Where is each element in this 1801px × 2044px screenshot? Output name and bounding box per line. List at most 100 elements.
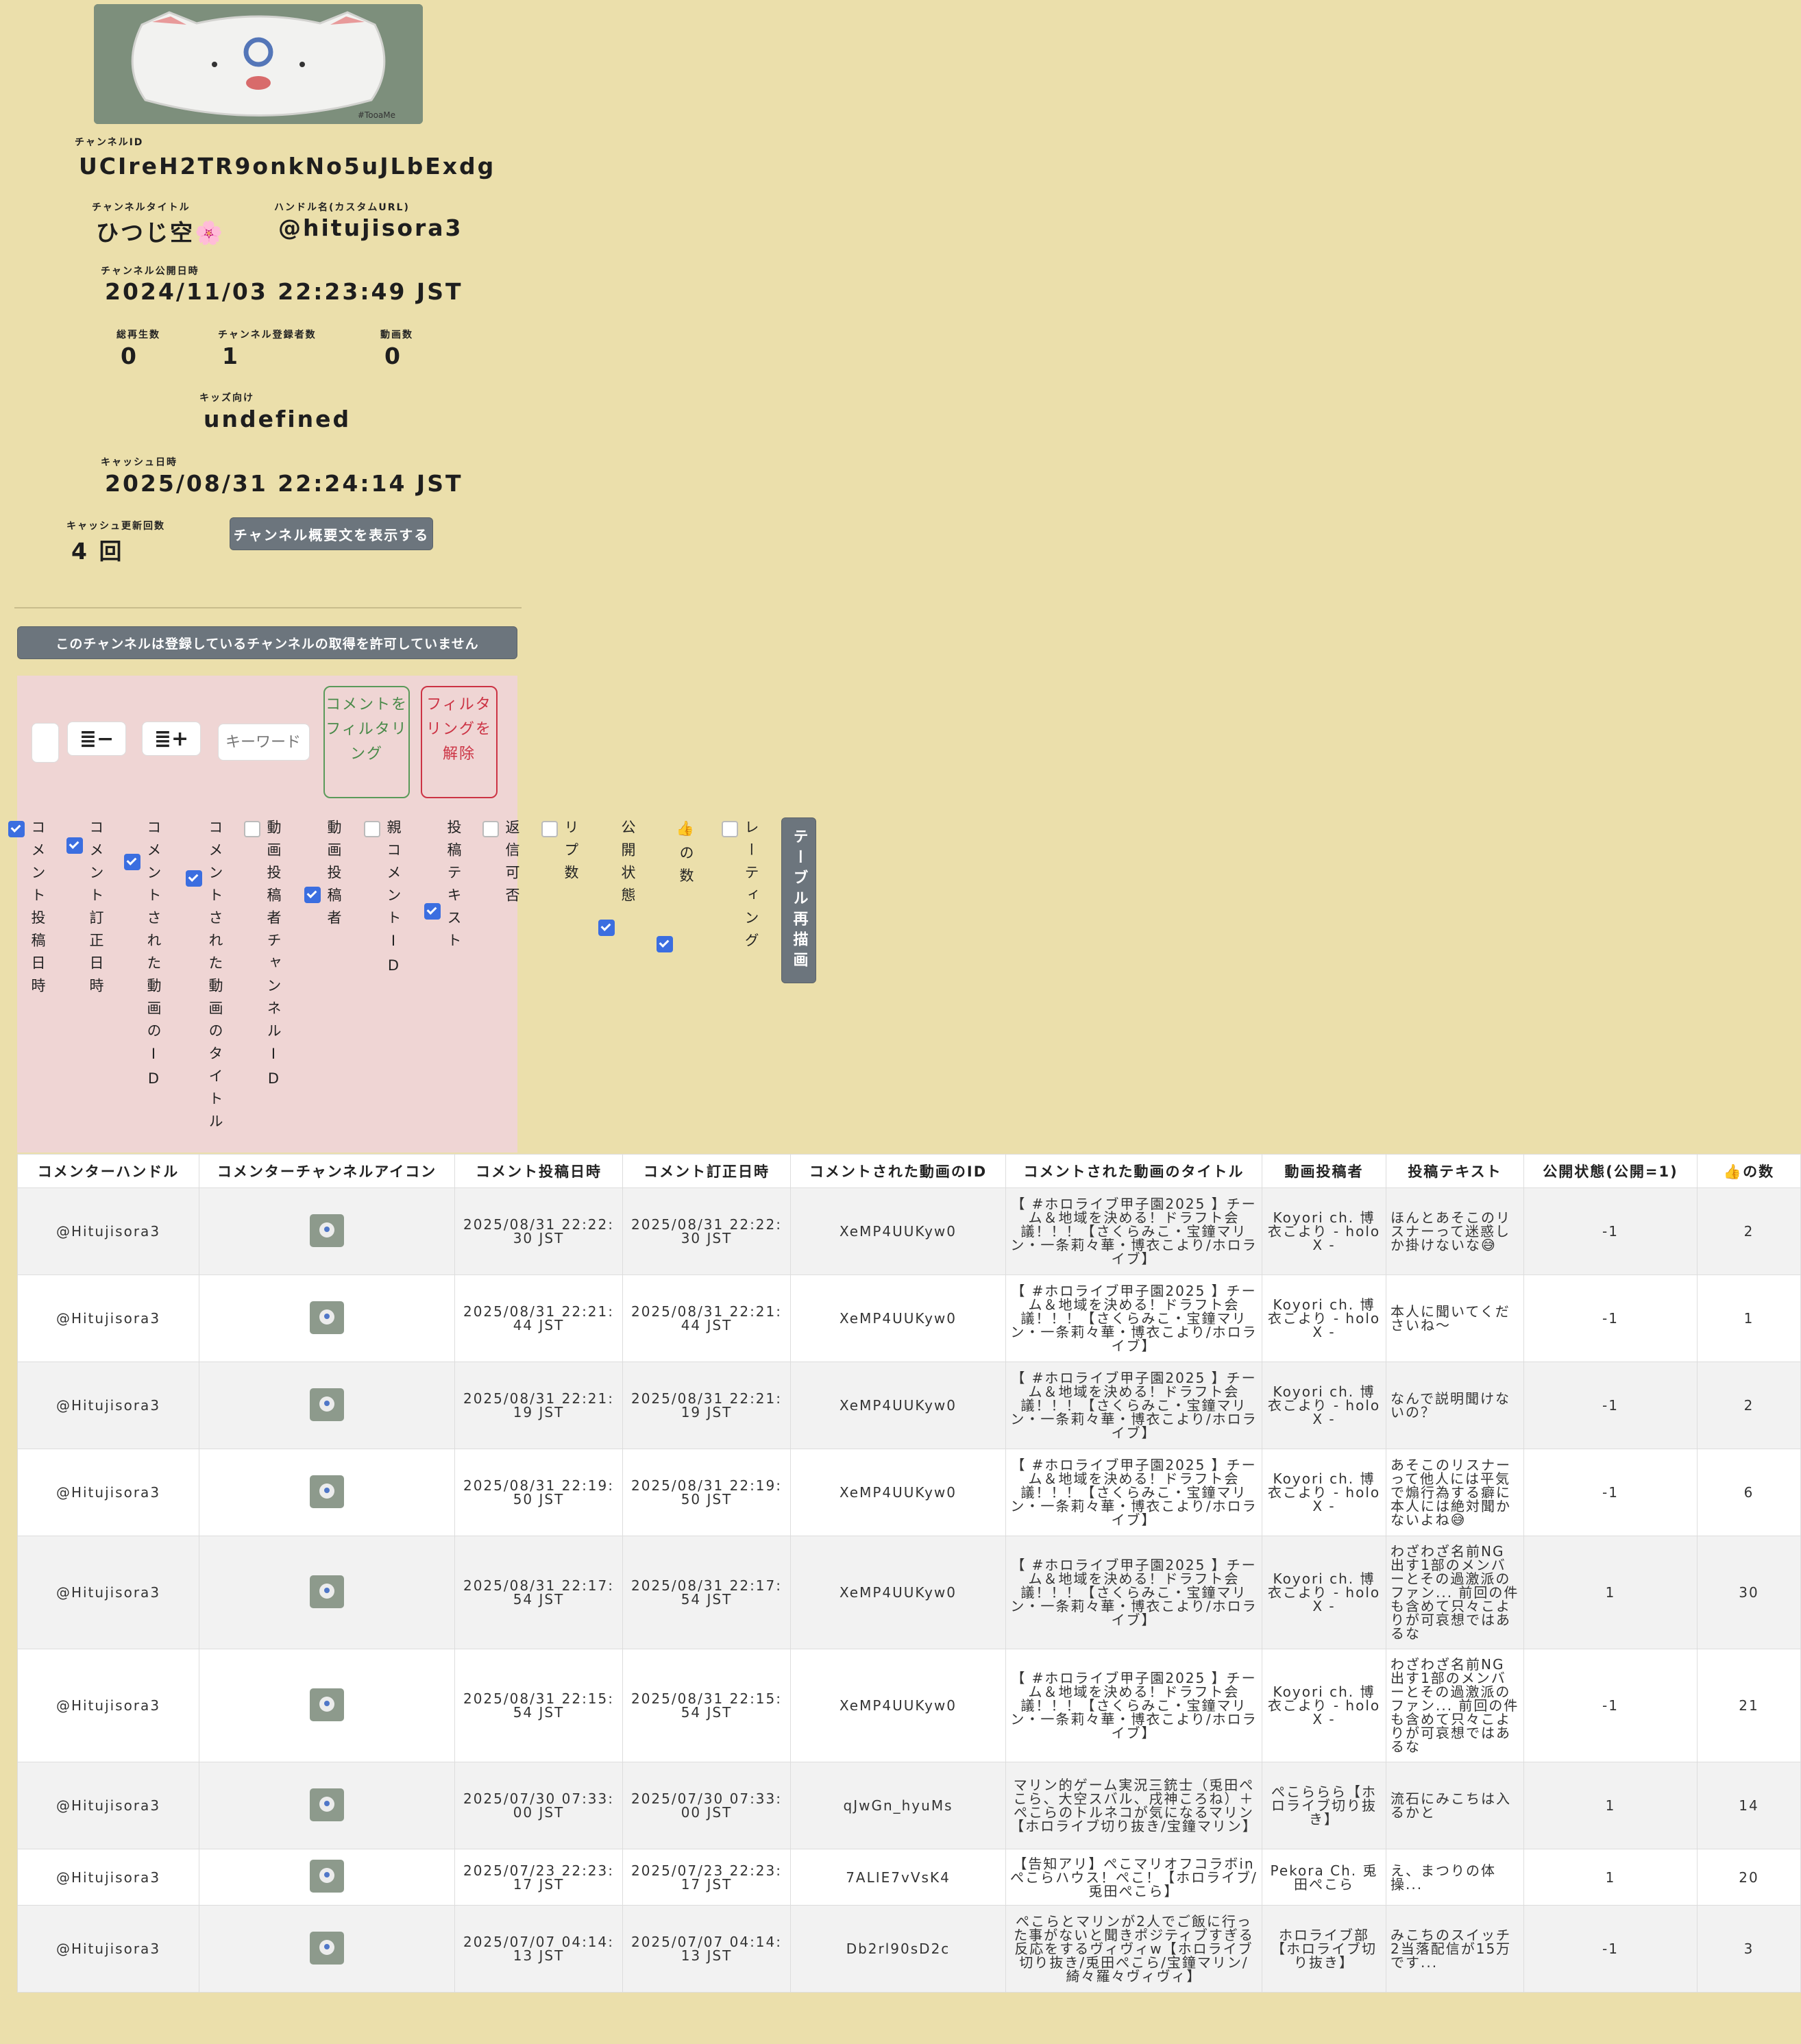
column-toggle-checkbox[interactable]: [424, 903, 441, 920]
divider: [14, 607, 522, 608]
commenter-handle[interactable]: @Hitujisora3: [17, 1187, 199, 1275]
commenter-icon: [199, 1762, 455, 1849]
expand-rows-button[interactable]: ≣+: [142, 722, 201, 756]
table-header-cell[interactable]: コメンターチャンネルアイコン: [199, 1154, 455, 1188]
column-toggle-checkbox[interactable]: [244, 821, 260, 837]
video-title[interactable]: 【 #ホロライブ甲子園2025 】チーム＆地域を決める！ドラフト会議！！！【さく…: [1005, 1187, 1262, 1275]
table-header-cell[interactable]: コメント投稿日時: [454, 1154, 623, 1188]
column-toggle-label: 👍の数: [678, 820, 694, 891]
edited-date: 2025/07/30 07:33:00 JST: [622, 1762, 791, 1849]
video-id[interactable]: qJwGn_hyuMs: [790, 1762, 1006, 1849]
edited-date: 2025/08/31 22:21:44 JST: [622, 1275, 791, 1362]
channel-id-label: チャンネルID: [75, 137, 144, 148]
edited-date: 2025/08/31 22:22:30 JST: [622, 1187, 791, 1275]
column-toggle-checkbox[interactable]: [598, 920, 615, 936]
table-row: @Hitujisora3 2025/08/31 22:19:50 JST 2025/…: [17, 1449, 1801, 1536]
column-toggle-checkbox[interactable]: [657, 936, 673, 952]
commenter-handle[interactable]: @Hitujisora3: [17, 1762, 199, 1849]
comment-text: みこちのスイッチ2当落配信が15万です...: [1386, 1905, 1524, 1993]
channel-title: ひつじ空🌸: [96, 219, 225, 246]
table-row: @Hitujisora3 2025/07/23 22:23:17 JST 2025/…: [17, 1849, 1801, 1906]
commenter-icon: [199, 1362, 455, 1449]
table-row: @Hitujisora3 2025/07/30 07:33:00 JST 2025/…: [17, 1762, 1801, 1849]
cache-count-label: キャッシュ更新回数: [66, 521, 165, 532]
column-toggle-checkbox[interactable]: [364, 821, 380, 837]
column-toggle-checkbox[interactable]: [8, 821, 25, 837]
video-title[interactable]: 【 #ホロライブ甲子園2025 】チーム＆地域を決める！ドラフト会議！！！【さく…: [1005, 1536, 1262, 1649]
column-toggle-label: 動画投稿者: [326, 820, 342, 933]
shrink-rows-button[interactable]: ≣−: [67, 722, 126, 756]
table-header-cell[interactable]: 公開状態(公開=1): [1523, 1154, 1698, 1188]
uploader: Koyori ch. 博衣こより - holoX -: [1262, 1649, 1386, 1762]
table-row: @Hitujisora3 2025/08/31 22:22:30 JST 2025/…: [17, 1187, 1801, 1275]
keyword-input[interactable]: [218, 724, 310, 761]
commenter-avatar: [310, 1301, 344, 1334]
column-toggle-label: 返信可否: [504, 820, 520, 910]
published-label: チャンネル公開日時: [101, 266, 199, 277]
column-toggle-checkbox[interactable]: [722, 821, 738, 837]
column-toggle-label: コメントされた動画のID: [145, 820, 162, 1095]
column-toggle-checkbox[interactable]: [186, 870, 202, 887]
table-header-cell[interactable]: コメンターハンドル: [17, 1154, 199, 1188]
table-header-cell[interactable]: 👍の数: [1697, 1154, 1801, 1188]
column-toggle-label: 投稿テキスト: [445, 820, 462, 955]
redraw-table-button[interactable]: テーブル再描画: [781, 817, 816, 983]
comment-text: あそこのリスナーって他人には平気で煽行為する癖に本人には絶対聞かないよね😅: [1386, 1449, 1524, 1536]
video-id[interactable]: XeMP4UUKyw0: [790, 1362, 1006, 1449]
column-toggle-label: レーティング: [743, 820, 759, 955]
commenter-icon: [199, 1275, 455, 1362]
video-title[interactable]: 【 #ホロライブ甲子園2025 】チーム＆地域を決める！ドラフト会議！！！【さく…: [1005, 1649, 1262, 1762]
comment-text: わざわざ名前NG出す1部のメンバーとその過激派のファン... 前回の件も含めて只…: [1386, 1536, 1524, 1649]
video-title[interactable]: マリン的ゲーム実況三銃士（兎田ぺこら、大空スバル、戌神ころね）＋ぺこらのトルネコ…: [1005, 1762, 1262, 1849]
channel-avatar: #TooaMe: [94, 4, 423, 124]
table-header-cell[interactable]: コメントされた動画のID: [790, 1154, 1006, 1188]
commenter-handle[interactable]: @Hitujisora3: [17, 1449, 199, 1536]
commenter-handle[interactable]: @Hitujisora3: [17, 1275, 199, 1362]
subs-label: チャンネル登録者数: [218, 330, 317, 341]
commenter-handle[interactable]: @Hitujisora3: [17, 1905, 199, 1993]
video-id[interactable]: XeMP4UUKyw0: [790, 1449, 1006, 1536]
commenter-handle[interactable]: @Hitujisora3: [17, 1536, 199, 1649]
clear-filter-button[interactable]: フィルタリングを解除: [421, 686, 498, 798]
commenter-icon: [199, 1449, 455, 1536]
table-header-cell[interactable]: コメント訂正日時: [622, 1154, 791, 1188]
video-id[interactable]: XeMP4UUKyw0: [790, 1536, 1006, 1649]
video-title[interactable]: 【 #ホロライブ甲子園2025 】チーム＆地域を決める！ドラフト会議！！！【さく…: [1005, 1275, 1262, 1362]
public-status: 1: [1523, 1762, 1698, 1849]
column-toggle-checkbox[interactable]: [541, 821, 558, 837]
posted-date: 2025/07/07 04:14:13 JST: [454, 1905, 623, 1993]
handle-label: ハンドル名(カスタムURL): [274, 202, 410, 213]
video-title[interactable]: 【 #ホロライブ甲子園2025 】チーム＆地域を決める！ドラフト会議！！！【さく…: [1005, 1449, 1262, 1536]
videos-count: 0: [384, 343, 402, 369]
comment-text: 流石にみこちは入るかと: [1386, 1762, 1524, 1849]
video-id[interactable]: 7ALIE7vVsK4: [790, 1849, 1006, 1906]
column-toggle-checkbox[interactable]: [482, 821, 499, 837]
channel-handle: @hitujisora3: [278, 214, 463, 241]
posted-date: 2025/08/31 22:22:30 JST: [454, 1187, 623, 1275]
filter-comments-button[interactable]: コメントをフィルタリング: [323, 686, 410, 798]
video-id[interactable]: XeMP4UUKyw0: [790, 1275, 1006, 1362]
public-status: -1: [1523, 1187, 1698, 1275]
table-header-cell[interactable]: 動画投稿者: [1262, 1154, 1386, 1188]
video-title[interactable]: 【告知アリ】ぺこマリオフコラボin ぺこらハウス！ぺこ！【ホロライブ/兎田ぺこら…: [1005, 1849, 1262, 1906]
video-id[interactable]: Db2rl90sD2c: [790, 1905, 1006, 1993]
column-toggle-checkbox[interactable]: [124, 854, 140, 870]
commenter-handle[interactable]: @Hitujisora3: [17, 1649, 199, 1762]
table-row: @Hitujisora3 2025/08/31 22:15:54 JST 2025/…: [17, 1649, 1801, 1762]
like-count: 20: [1697, 1849, 1801, 1906]
filter-select[interactable]: [32, 723, 59, 763]
table-header-cell[interactable]: 投稿テキスト: [1386, 1154, 1524, 1188]
video-id[interactable]: XeMP4UUKyw0: [790, 1187, 1006, 1275]
commenter-handle[interactable]: @Hitujisora3: [17, 1362, 199, 1449]
show-description-button[interactable]: チャンネル概要文を表示する: [230, 517, 433, 550]
column-toggle-checkbox[interactable]: [66, 837, 83, 854]
cache-date-label: キャッシュ日時: [101, 457, 177, 468]
like-count: 3: [1697, 1905, 1801, 1993]
commenter-handle[interactable]: @Hitujisora3: [17, 1849, 199, 1906]
column-toggle-checkbox[interactable]: [304, 887, 321, 903]
column-toggle-label: 動画投稿者チャンネルID: [265, 820, 282, 1095]
video-id[interactable]: XeMP4UUKyw0: [790, 1649, 1006, 1762]
video-title[interactable]: 【 #ホロライブ甲子園2025 】チーム＆地域を決める！ドラフト会議！！！【さく…: [1005, 1362, 1262, 1449]
table-header-cell[interactable]: コメントされた動画のタイトル: [1005, 1154, 1262, 1188]
video-title[interactable]: ぺこらとマリンが2人でご飯に行った事がないと聞きポジティブすぎる反応をするヴィヴ…: [1005, 1905, 1262, 1993]
